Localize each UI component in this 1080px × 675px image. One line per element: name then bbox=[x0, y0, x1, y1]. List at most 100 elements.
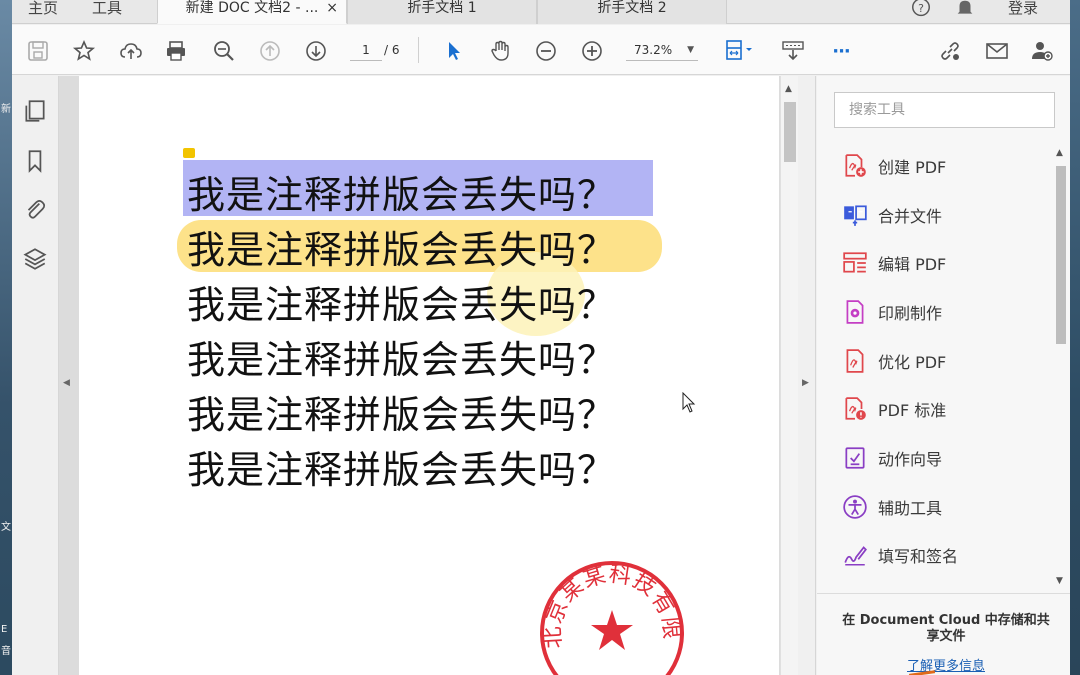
search-tools-input[interactable]: 搜索工具 bbox=[834, 92, 1055, 128]
document-text-line: 我是注释拼版会丢失吗？ bbox=[187, 448, 617, 492]
document-text-line: 我是注释拼版会丢失吗？ bbox=[187, 338, 617, 382]
fill-sign-icon bbox=[844, 546, 867, 566]
next-page-button[interactable] bbox=[302, 37, 330, 65]
hand-tool-button[interactable] bbox=[486, 37, 514, 65]
company-seal-stamp: 北京某某科技有限公司 bbox=[537, 558, 684, 675]
tool-optimize-pdf[interactable]: 优化 PDF bbox=[842, 346, 1042, 376]
main-toolbar: 1 / 6 73.2% ▼ ··· bbox=[12, 25, 1070, 75]
document-text-line: 我是注释拼版会丢失吗？ bbox=[187, 173, 617, 217]
document-viewport[interactable]: ◀ 我是注释拼版会丢失吗？ 我是注释拼版会丢失吗？ 我是注释拼版会丢失吗？ 我是… bbox=[59, 76, 780, 675]
tab-document-3[interactable]: 折手文档 2 bbox=[537, 0, 727, 24]
desktop-glyph: 文 bbox=[1, 522, 11, 533]
scroll-down-icon bbox=[782, 41, 804, 61]
tab-document-active[interactable]: 新建 DOC 文档2 - ... × bbox=[157, 0, 347, 24]
learn-more-link[interactable]: 了解更多信息 bbox=[837, 655, 1055, 674]
ellipsis-icon: ··· bbox=[832, 40, 850, 62]
scroll-mode-button[interactable] bbox=[779, 37, 807, 65]
bookmark-star-button[interactable] bbox=[70, 37, 98, 65]
tool-fill-sign[interactable]: 填写和签名 bbox=[842, 540, 1042, 570]
envelope-icon bbox=[986, 43, 1008, 59]
bookmarks-button[interactable] bbox=[22, 148, 48, 174]
print-button[interactable] bbox=[162, 37, 190, 65]
desktop-glyph: 音 bbox=[1, 646, 11, 657]
nav-home[interactable]: 主页 bbox=[28, 0, 58, 22]
tab-label: 折手文档 2 bbox=[597, 0, 667, 16]
tab-close-icon[interactable]: × bbox=[326, 0, 338, 16]
add-user-button[interactable] bbox=[1028, 37, 1056, 65]
zoom-in-button[interactable] bbox=[578, 37, 606, 65]
tool-pdf-standards[interactable]: PDF 标准 bbox=[842, 394, 1042, 424]
page-fit-button[interactable] bbox=[722, 37, 758, 65]
tool-label: PDF 标准 bbox=[878, 401, 947, 420]
zoom-out-button[interactable] bbox=[532, 37, 560, 65]
scroll-up-icon[interactable]: ▲ bbox=[1056, 148, 1063, 158]
upload-cloud-button[interactable] bbox=[117, 37, 145, 65]
acrobat-window: 主页 工具 新建 DOC 文档2 - ... × 折手文档 1 折手文档 2 ?… bbox=[12, 0, 1070, 675]
document-text-line: 我是注释拼版会丢失吗？ bbox=[187, 228, 617, 272]
save-button[interactable] bbox=[24, 37, 52, 65]
star-icon bbox=[72, 39, 96, 61]
zoom-level-select[interactable]: 73.2% ▼ bbox=[626, 39, 698, 61]
signin-link[interactable]: 登录 bbox=[1008, 0, 1038, 22]
combine-files-icon bbox=[844, 205, 867, 226]
tools-pane: 搜索工具 创建 PDF 合并文件 编辑 PDF 印刷制作 优化 PDF PDF … bbox=[817, 76, 1070, 675]
page-thumbnails-button[interactable] bbox=[22, 98, 48, 124]
layers-button[interactable] bbox=[22, 246, 48, 272]
page-number-input[interactable]: 1 bbox=[350, 39, 382, 61]
document-vertical-scrollbar[interactable]: ▲ bbox=[780, 76, 798, 675]
tool-create-pdf[interactable]: 创建 PDF bbox=[842, 151, 1042, 181]
tool-label: 辅助工具 bbox=[878, 499, 943, 518]
tool-action-wizard[interactable]: 动作向导 bbox=[842, 443, 1042, 473]
email-button[interactable] bbox=[983, 37, 1011, 65]
help-icon[interactable]: ? bbox=[910, 0, 934, 20]
tab-document-2[interactable]: 折手文档 1 bbox=[347, 0, 537, 24]
tool-combine-files[interactable]: 合并文件 bbox=[842, 200, 1042, 230]
edit-pdf-icon bbox=[843, 252, 867, 273]
hand-icon bbox=[491, 40, 509, 61]
more-tools-button[interactable]: ··· bbox=[827, 37, 855, 65]
minus-circle-icon bbox=[536, 41, 556, 61]
pdf-standards-icon bbox=[845, 397, 866, 420]
nav-tools[interactable]: 工具 bbox=[92, 0, 122, 22]
save-icon bbox=[28, 41, 48, 61]
tool-edit-pdf[interactable]: 编辑 PDF bbox=[842, 248, 1042, 278]
scrollbar-thumb[interactable] bbox=[1056, 166, 1066, 344]
right-panel-splitter[interactable]: ▶ bbox=[798, 76, 816, 675]
tool-accessibility[interactable]: 辅助工具 bbox=[842, 492, 1042, 522]
plus-circle-icon bbox=[582, 41, 602, 61]
chevron-down-icon: ▼ bbox=[687, 45, 694, 55]
desktop-glyph: E bbox=[1, 624, 8, 635]
collapse-left-panel-icon[interactable]: ◀ bbox=[63, 378, 70, 388]
zoom-search-button[interactable] bbox=[210, 37, 238, 65]
desktop-background-left: 新 文 E 音 bbox=[0, 0, 12, 675]
tool-label: 编辑 PDF bbox=[878, 255, 947, 274]
create-pdf-icon bbox=[845, 154, 866, 177]
scrollbar-thumb[interactable] bbox=[784, 102, 796, 162]
mouse-pointer-icon bbox=[682, 392, 696, 413]
fit-width-icon bbox=[726, 40, 752, 60]
zoom-level-value: 73.2% bbox=[634, 43, 673, 57]
notifications-bell-icon[interactable] bbox=[954, 0, 978, 20]
attachments-button[interactable] bbox=[22, 196, 48, 222]
tool-print-production[interactable]: 印刷制作 bbox=[842, 297, 1042, 327]
scroll-up-icon[interactable]: ▲ bbox=[785, 84, 792, 94]
pdf-page: 我是注释拼版会丢失吗？ 我是注释拼版会丢失吗？ 我是注释拼版会丢失吗？ 我是注释… bbox=[79, 76, 779, 675]
bookmark-icon bbox=[28, 150, 42, 173]
add-person-icon bbox=[1032, 42, 1053, 61]
previous-page-button[interactable] bbox=[256, 37, 284, 65]
optimize-pdf-icon bbox=[846, 349, 864, 373]
magnifier-minus-icon bbox=[214, 41, 234, 61]
tab-bar: 主页 工具 新建 DOC 文档2 - ... × 折手文档 1 折手文档 2 ?… bbox=[12, 0, 1070, 24]
share-link-button[interactable] bbox=[936, 37, 964, 65]
divider bbox=[817, 593, 1070, 594]
scroll-down-icon[interactable]: ▼ bbox=[1056, 576, 1063, 586]
document-cloud-promo: 在 Document Cloud 中存储和共享文件 bbox=[842, 613, 1050, 644]
tools-pane-scrollbar[interactable]: ▲ ▼ bbox=[1054, 148, 1068, 588]
paperclip-icon bbox=[27, 200, 46, 219]
toolbar-divider bbox=[418, 37, 419, 63]
select-tool-button[interactable] bbox=[440, 37, 468, 65]
comment-note-icon[interactable] bbox=[183, 148, 195, 158]
left-navigation-rail bbox=[12, 76, 59, 675]
collapse-right-panel-icon[interactable]: ▶ bbox=[802, 378, 809, 388]
tab-label: 折手文档 1 bbox=[407, 0, 477, 16]
